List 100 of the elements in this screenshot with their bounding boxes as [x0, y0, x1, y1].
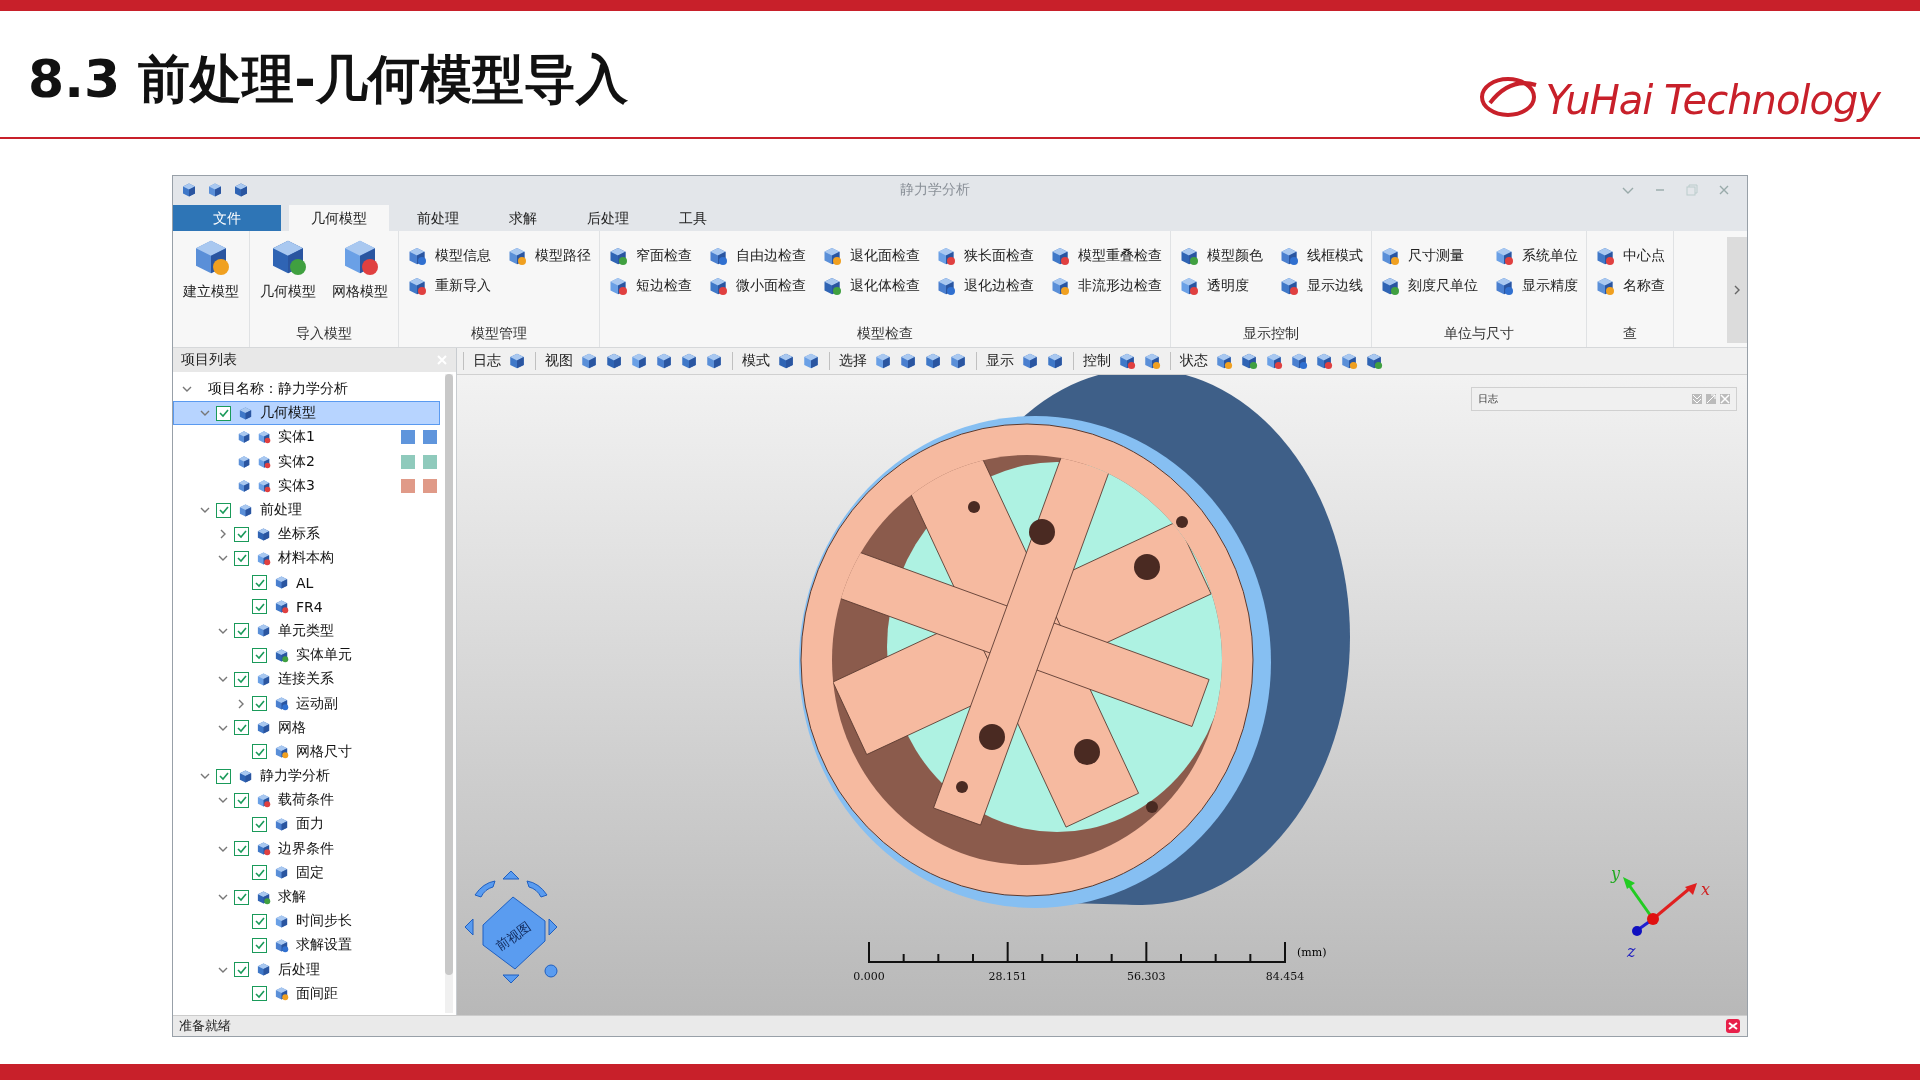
cube-icon[interactable] [1290, 352, 1308, 370]
ribbon-button[interactable]: 退化体检查 [822, 271, 920, 301]
cube-icon[interactable] [630, 352, 648, 370]
checkbox[interactable] [216, 405, 231, 421]
ribbon-button[interactable]: 网格模型 [330, 235, 390, 321]
checkbox[interactable] [252, 913, 267, 929]
cube-icon[interactable] [777, 352, 795, 370]
checkbox[interactable] [252, 865, 267, 881]
tree-item[interactable]: 面力 [173, 812, 440, 837]
ribbon-button[interactable]: 模型颜色 [1179, 241, 1263, 271]
tree-item[interactable]: 后处理 [173, 957, 440, 982]
ribbon-button[interactable]: 刻度尺单位 [1380, 271, 1478, 301]
tree-item[interactable]: FR4 [173, 594, 440, 619]
checkbox[interactable] [234, 841, 249, 857]
ribbon-button[interactable]: 系统单位 [1494, 241, 1578, 271]
ribbon-button[interactable]: 非流形边检查 [1050, 271, 1162, 301]
checkbox[interactable] [234, 792, 249, 808]
ribbon-button[interactable]: 微小面检查 [708, 271, 806, 301]
ribbon-button[interactable]: 狭长面检查 [936, 241, 1034, 271]
checkbox[interactable] [252, 696, 267, 712]
cube-icon[interactable] [605, 352, 623, 370]
tree-item[interactable]: 求解 [173, 884, 440, 910]
cube-icon[interactable] [680, 352, 698, 370]
tree-item[interactable]: 网格尺寸 [173, 739, 440, 764]
checkbox[interactable] [252, 575, 267, 591]
ribbon-button[interactable]: 几何模型 [258, 235, 318, 321]
tree-item[interactable]: 边界条件 [173, 836, 440, 861]
tree-item[interactable]: 网格 [173, 715, 440, 740]
tree-item[interactable]: 实体2 [173, 449, 440, 474]
ribbon-button[interactable]: 窄面检查 [608, 241, 692, 271]
file-menu-tab[interactable]: 文件 [173, 205, 281, 231]
checkbox[interactable] [234, 623, 249, 639]
tree-item[interactable]: 实体单元 [173, 643, 440, 668]
checkbox[interactable] [252, 986, 267, 1002]
cube-icon[interactable] [899, 352, 917, 370]
checkbox[interactable] [252, 599, 267, 615]
tree-item[interactable]: 载荷条件 [173, 788, 440, 813]
cube-icon[interactable] [655, 352, 673, 370]
ribbon-button[interactable]: 建立模型 [181, 235, 241, 321]
cube-icon[interactable] [1021, 352, 1039, 370]
checkbox[interactable] [234, 526, 249, 542]
checkbox[interactable] [252, 744, 267, 760]
tree-item[interactable]: AL [173, 570, 440, 595]
ribbon-button[interactable]: 显示边线 [1279, 271, 1363, 301]
tree-item[interactable]: 固定 [173, 860, 440, 885]
tree-item[interactable]: 单元类型 [173, 618, 440, 644]
ribbon-button[interactable]: 尺寸测量 [1380, 241, 1478, 271]
tree-item[interactable]: 连接关系 [173, 667, 440, 692]
cube-icon[interactable] [924, 352, 942, 370]
checkbox[interactable] [216, 502, 231, 518]
ribbon-button[interactable]: 显示精度 [1494, 271, 1578, 301]
checkbox[interactable] [234, 962, 249, 978]
cube-icon[interactable] [1365, 352, 1383, 370]
tree-item[interactable]: 实体3 [173, 473, 440, 498]
tree-item[interactable]: 求解设置 [173, 933, 440, 958]
ribbon-button[interactable]: 退化面检查 [822, 241, 920, 271]
cube-icon[interactable] [1315, 352, 1333, 370]
tree-item[interactable]: 实体1 [173, 425, 440, 450]
checkbox[interactable] [234, 671, 249, 687]
cube-icon[interactable] [1265, 352, 1283, 370]
tree-item[interactable]: 静力学分析 [173, 764, 440, 789]
checkbox[interactable] [252, 647, 267, 663]
cube-icon[interactable] [705, 352, 723, 370]
cube-icon[interactable] [508, 352, 526, 370]
ribbon-button[interactable]: 模型信息 [407, 241, 491, 271]
tree-item[interactable]: 坐标系 [173, 522, 440, 547]
ribbon-tab[interactable]: 几何模型 [289, 205, 389, 231]
ribbon-tab[interactable]: 工具 [657, 205, 729, 231]
checkbox[interactable] [234, 889, 249, 905]
ribbon-button[interactable]: 透明度 [1179, 271, 1263, 301]
cube-icon[interactable] [1215, 352, 1233, 370]
ribbon-button[interactable]: 重新导入 [407, 271, 491, 301]
ribbon-button[interactable]: 退化边检查 [936, 271, 1034, 301]
app-icon[interactable] [1725, 1018, 1741, 1034]
ribbon-tab[interactable]: 求解 [487, 205, 559, 231]
tree-item[interactable]: 几何模型 [173, 401, 440, 426]
checkbox[interactable] [234, 550, 249, 566]
ribbon-tab[interactable]: 前处理 [395, 205, 481, 231]
view-cube-drawing[interactable] [464, 870, 558, 984]
ribbon-button[interactable]: 线框模式 [1279, 241, 1363, 271]
tree-item[interactable]: 前处理 [173, 497, 440, 523]
ribbon-button[interactable]: 自由边检查 [708, 241, 806, 271]
ribbon-tab[interactable]: 后处理 [565, 205, 651, 231]
cube-icon[interactable] [949, 352, 967, 370]
cube-icon[interactable] [1340, 352, 1358, 370]
cube-icon[interactable] [874, 352, 892, 370]
cube-icon[interactable] [802, 352, 820, 370]
tree-item[interactable]: 项目名称：静力学分析 [173, 377, 440, 402]
checkbox[interactable] [252, 816, 267, 832]
tree-item[interactable]: 运动副 [173, 691, 440, 716]
ribbon-button[interactable]: 中心点 [1595, 241, 1665, 271]
cube-icon[interactable] [580, 352, 598, 370]
tree-item[interactable]: 材料本构 [173, 546, 440, 571]
cube-icon[interactable] [1046, 352, 1064, 370]
tree-item[interactable]: 面间距 [173, 981, 440, 1006]
cube-icon[interactable] [1118, 352, 1136, 370]
tree-item[interactable]: 时间步长 [173, 909, 440, 934]
ribbon-button[interactable]: 短边检查 [608, 271, 692, 301]
cube-icon[interactable] [1240, 352, 1258, 370]
ribbon-button[interactable]: 模型路径 [507, 241, 591, 271]
